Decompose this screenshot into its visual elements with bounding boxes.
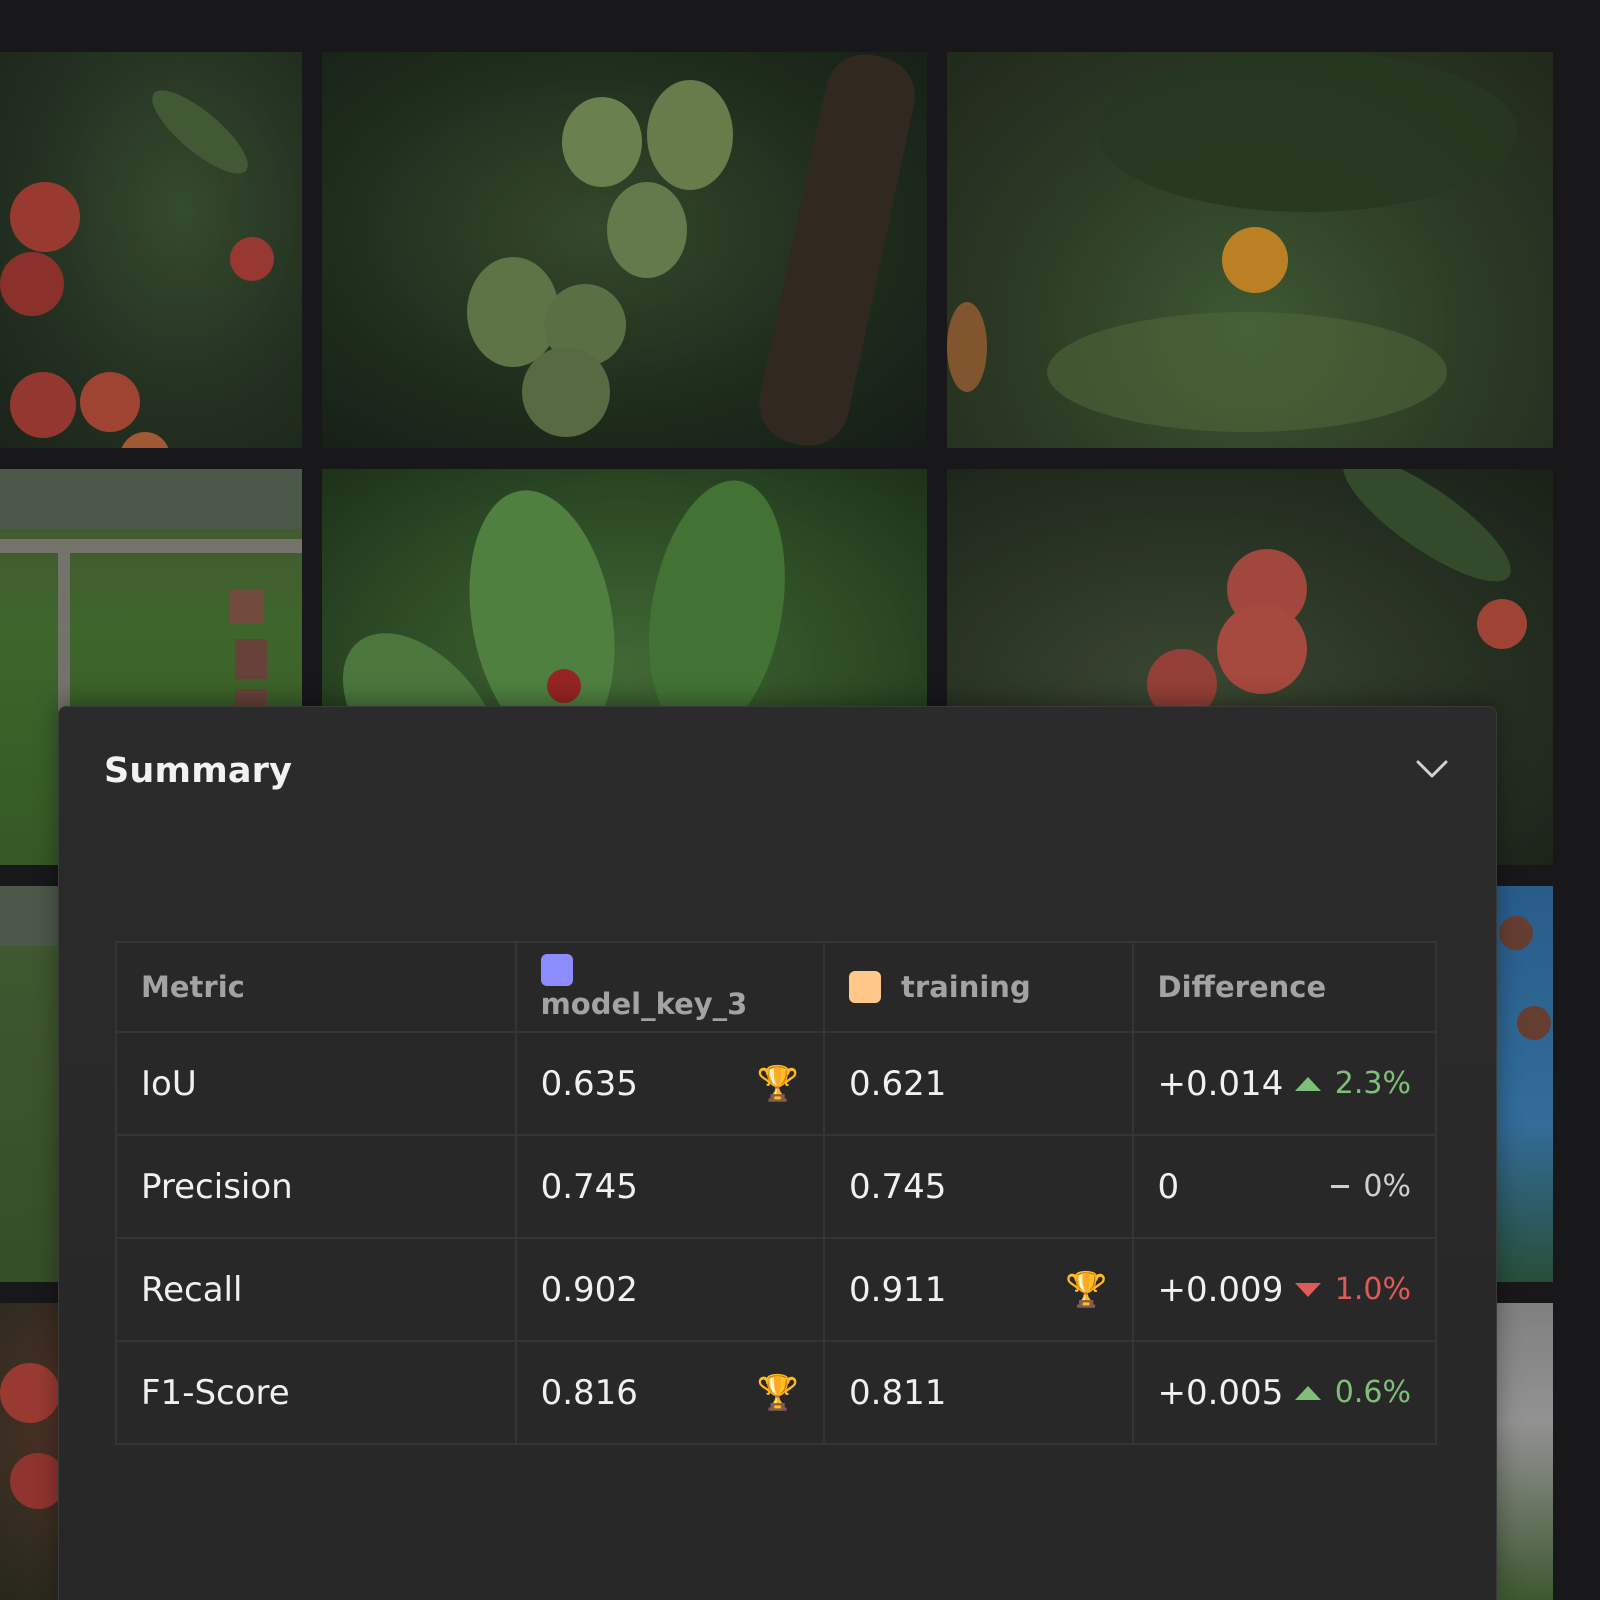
metric-name-label: F1-Score — [141, 1372, 290, 1413]
summary-panel: Summary Metric model_key_3 training Diff… — [58, 706, 1497, 1600]
table-row: Precision 0.745 0.745 0 0% — [115, 1134, 1437, 1239]
model-a-value: 0.635 🏆 — [514, 1031, 826, 1136]
delta-percent: 2.3% — [1334, 1066, 1411, 1101]
table-row: F1-Score 0.816 🏆 0.811 +0.005 0.6% — [115, 1340, 1437, 1445]
metric-name-label: Precision — [141, 1166, 293, 1207]
model-b-value: 0.621 — [823, 1031, 1134, 1136]
gallery-stage: Summary Metric model_key_3 training Diff… — [0, 0, 1600, 1600]
table-header-row: Metric model_key_3 training Difference — [115, 941, 1437, 1033]
triangle-down-icon — [1294, 1282, 1321, 1297]
header-model-b-label: training — [901, 970, 1031, 1004]
model-a-value-label: 0.902 — [540, 1269, 638, 1310]
model-a-color-swatch — [540, 954, 573, 986]
triangle-up-icon — [1294, 1385, 1321, 1400]
gallery-image-mango[interactable] — [322, 52, 927, 448]
model-b-value: 0.911 🏆 — [823, 1237, 1134, 1342]
header-model-a-label: model_key_3 — [540, 987, 748, 1021]
gallery-image-lychee-sky[interactable] — [1497, 886, 1553, 1282]
collapse-button[interactable] — [1412, 749, 1452, 789]
chevron-down-icon — [1416, 760, 1448, 778]
difference-label: +0.005 — [1157, 1372, 1284, 1413]
model-b-value-label: 0.621 — [849, 1063, 947, 1104]
difference-value: +0.014 2.3% — [1131, 1031, 1437, 1136]
difference-value: +0.009 1.0% — [1131, 1237, 1437, 1342]
model-a-value-label: 0.745 — [540, 1166, 638, 1207]
delta-percent: 1.0% — [1334, 1272, 1411, 1307]
gallery-image-tree-bottom[interactable] — [1497, 1303, 1553, 1600]
difference-value: 0 0% — [1131, 1134, 1437, 1239]
table-row: Recall 0.902 0.911 🏆 +0.009 1.0% — [115, 1237, 1437, 1342]
gallery-image-orange-tree[interactable] — [947, 52, 1553, 448]
header-difference-label: Difference — [1157, 970, 1327, 1004]
model-b-value: 0.745 — [823, 1134, 1134, 1239]
header-metric: Metric — [115, 941, 517, 1033]
trophy-icon: 🏆 — [756, 1063, 800, 1104]
delta-badge: 1.0% — [1294, 1272, 1411, 1307]
delta-badge: 2.3% — [1294, 1066, 1411, 1101]
delta-badge: 0.6% — [1294, 1375, 1411, 1410]
difference-value: +0.005 0.6% — [1131, 1340, 1437, 1445]
model-b-value: 0.811 — [823, 1340, 1134, 1445]
model-b-color-swatch — [849, 971, 882, 1003]
metrics-comparison-table: Metric model_key_3 training Difference I… — [115, 941, 1437, 1445]
delta-percent: 0.6% — [1334, 1375, 1411, 1410]
difference-label: +0.009 — [1157, 1269, 1284, 1310]
header-metric-label: Metric — [141, 970, 245, 1004]
model-b-value-label: 0.911 — [849, 1269, 947, 1310]
delta-percent: 0% — [1363, 1169, 1411, 1204]
panel-title: Summary — [104, 751, 293, 791]
trophy-icon: 🏆 — [1065, 1269, 1108, 1310]
metric-name-label: IoU — [141, 1063, 197, 1104]
delta-badge: 0% — [1331, 1169, 1411, 1204]
difference-label: 0 — [1157, 1166, 1180, 1207]
gallery-image-lychee-1[interactable] — [0, 52, 302, 448]
trophy-icon: 🏆 — [756, 1372, 800, 1413]
table-row: IoU 0.635 🏆 0.621 +0.014 2.3% — [115, 1031, 1437, 1136]
dash-icon — [1331, 1185, 1350, 1188]
metric-name-label: Recall — [141, 1269, 243, 1310]
model-a-value: 0.745 — [514, 1134, 826, 1239]
header-model-a[interactable]: model_key_3 — [514, 941, 826, 1033]
difference-label: +0.014 — [1157, 1063, 1284, 1104]
model-a-value: 0.902 — [514, 1237, 826, 1342]
model-a-value-label: 0.816 — [540, 1372, 638, 1413]
model-b-value-label: 0.745 — [849, 1166, 947, 1207]
model-a-value-label: 0.635 — [540, 1063, 638, 1104]
triangle-up-icon — [1294, 1076, 1321, 1091]
model-b-value-label: 0.811 — [849, 1372, 947, 1413]
header-difference: Difference — [1131, 941, 1437, 1033]
model-a-value: 0.816 🏆 — [514, 1340, 826, 1445]
header-model-b[interactable]: training — [823, 941, 1134, 1033]
metric-name: Recall — [115, 1237, 517, 1342]
metric-name: IoU — [115, 1031, 517, 1136]
metric-name: Precision — [115, 1134, 517, 1239]
metric-name: F1-Score — [115, 1340, 517, 1445]
